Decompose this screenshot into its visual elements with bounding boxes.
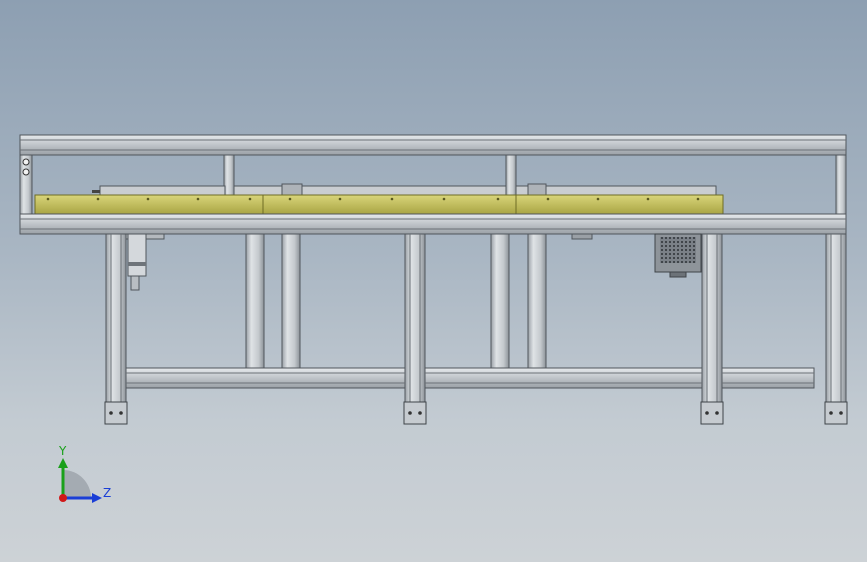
control-box xyxy=(654,233,702,278)
cylinder-actuator xyxy=(125,233,165,291)
z-axis-label: Z xyxy=(103,486,111,500)
triad-quarter-disc xyxy=(63,470,91,498)
foot xyxy=(104,401,128,425)
z-axis-arrowhead xyxy=(92,493,102,503)
frame-assembly-drawing: Y Z xyxy=(19,134,848,503)
coordinate-triad[interactable]: Y Z xyxy=(58,444,111,503)
x-axis-dot xyxy=(59,494,67,502)
leveling-feet xyxy=(104,401,848,425)
slide-body xyxy=(92,183,717,196)
rail-bracket xyxy=(571,233,593,240)
top-rail xyxy=(19,134,847,156)
yellow-plates xyxy=(34,194,724,215)
middle-rail xyxy=(19,213,847,235)
y-axis-arrowhead xyxy=(58,458,68,468)
left-end-bracket xyxy=(19,154,33,216)
foot xyxy=(403,401,427,425)
foot xyxy=(824,401,848,425)
foot xyxy=(700,401,724,425)
cad-viewport[interactable]: Y Z xyxy=(0,0,867,562)
y-axis-label: Y xyxy=(58,444,67,458)
